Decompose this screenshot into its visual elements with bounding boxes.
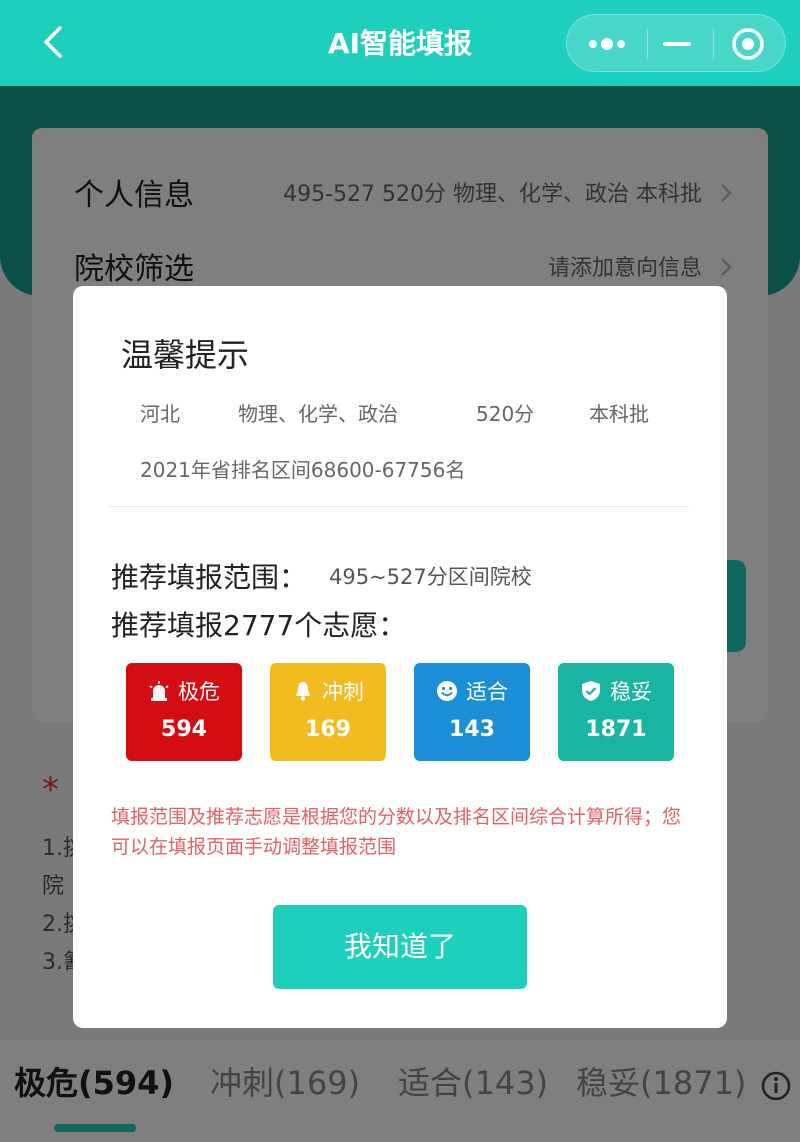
recommend-count-label: 推荐填报2777个志愿： <box>111 609 407 642</box>
category-count: 169 <box>305 717 351 742</box>
shield-check-icon <box>582 681 600 701</box>
category-label: 适合 <box>466 680 508 704</box>
capsule-divider <box>713 29 714 59</box>
category-label: 稳妥 <box>610 680 652 704</box>
batch-text: 本科批 <box>589 402 649 426</box>
category-suitable-card[interactable]: 适合 143 <box>414 663 530 761</box>
target-close-icon[interactable] <box>731 27 765 61</box>
tip-dialog: 温馨提示 河北 物理、化学、政治 520分 本科批 2021年省排名区间6860… <box>73 286 727 1028</box>
province-text: 河北 <box>140 402 180 426</box>
category-danger-card[interactable]: 极危 594 <box>126 663 242 761</box>
category-sprint-card[interactable]: 冲刺 169 <box>270 663 386 761</box>
top-bar: AI智能填报 <box>0 0 800 86</box>
disclaimer-text: 填报范围及推荐志愿是根据您的分数以及排名区间综合计算所得；您可以在填报页面手动调… <box>111 806 682 858</box>
category-label: 冲刺 <box>322 680 364 704</box>
bell-icon <box>296 682 310 701</box>
category-safe-card[interactable]: 稳妥 1871 <box>558 663 674 761</box>
category-count: 143 <box>449 717 495 742</box>
minimize-icon[interactable] <box>663 42 691 46</box>
miniprogram-capsule <box>566 14 786 72</box>
smile-icon <box>437 681 457 701</box>
category-count: 1871 <box>585 717 647 742</box>
score-text: 520分 <box>476 402 535 426</box>
more-dots-icon[interactable] <box>587 32 627 56</box>
subjects-text: 物理、化学、政治 <box>238 402 398 426</box>
category-count: 594 <box>161 717 207 742</box>
rank-range-text: 2021年省排名区间68600-67756名 <box>140 458 466 482</box>
dialog-title: 温馨提示 <box>121 336 250 374</box>
capsule-divider <box>647 29 648 59</box>
divider <box>109 506 689 507</box>
category-label: 极危 <box>178 680 220 704</box>
alarm-icon <box>149 681 169 701</box>
range-value: 495~527分区间院校 <box>329 565 532 589</box>
got-it-button[interactable]: 我知道了 <box>273 905 527 989</box>
range-label: 推荐填报范围： <box>111 561 308 594</box>
